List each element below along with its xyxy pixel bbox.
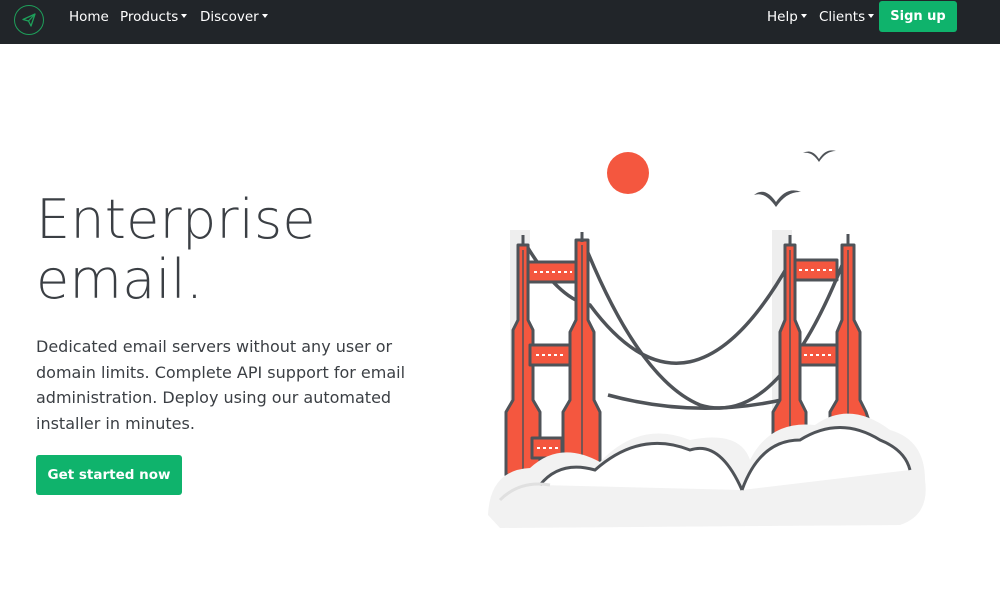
hero-title: Enterprise email.: [36, 190, 416, 310]
nav-products[interactable]: Products: [120, 8, 188, 26]
nav-help-label: Help: [767, 9, 798, 25]
hero-title-line2: email.: [36, 248, 204, 311]
nav-discover-label: Discover: [200, 9, 259, 25]
paper-plane-icon: [22, 13, 36, 27]
hero-description: Dedicated email servers without any user…: [36, 337, 406, 433]
hero-title-line1: Enterprise: [36, 188, 316, 251]
chevron-down-icon: [800, 14, 807, 18]
signup-button[interactable]: Sign up: [879, 1, 957, 32]
clouds: [488, 413, 926, 528]
nav-clients-label: Clients: [819, 9, 866, 25]
golden-gate-bridge-illustration: [488, 150, 926, 528]
get-started-button[interactable]: Get started now: [36, 455, 182, 495]
top-navbar: Home Products Discover Help Clients Sign…: [0, 0, 1000, 44]
chevron-down-icon: [181, 14, 188, 18]
nav-products-label: Products: [120, 9, 179, 25]
chevron-down-icon: [868, 14, 875, 18]
logo[interactable]: [14, 5, 44, 35]
left-bridge-tower: [504, 232, 602, 477]
sun-icon: [607, 152, 649, 194]
bird-icon: [754, 190, 801, 207]
bird-icon: [803, 150, 836, 162]
nav-clients[interactable]: Clients: [819, 8, 875, 26]
chevron-down-icon: [261, 14, 268, 18]
nav-help[interactable]: Help: [767, 8, 807, 26]
nav-home[interactable]: Home: [69, 8, 109, 26]
nav-discover[interactable]: Discover: [200, 8, 268, 26]
nav-home-label: Home: [69, 9, 109, 25]
